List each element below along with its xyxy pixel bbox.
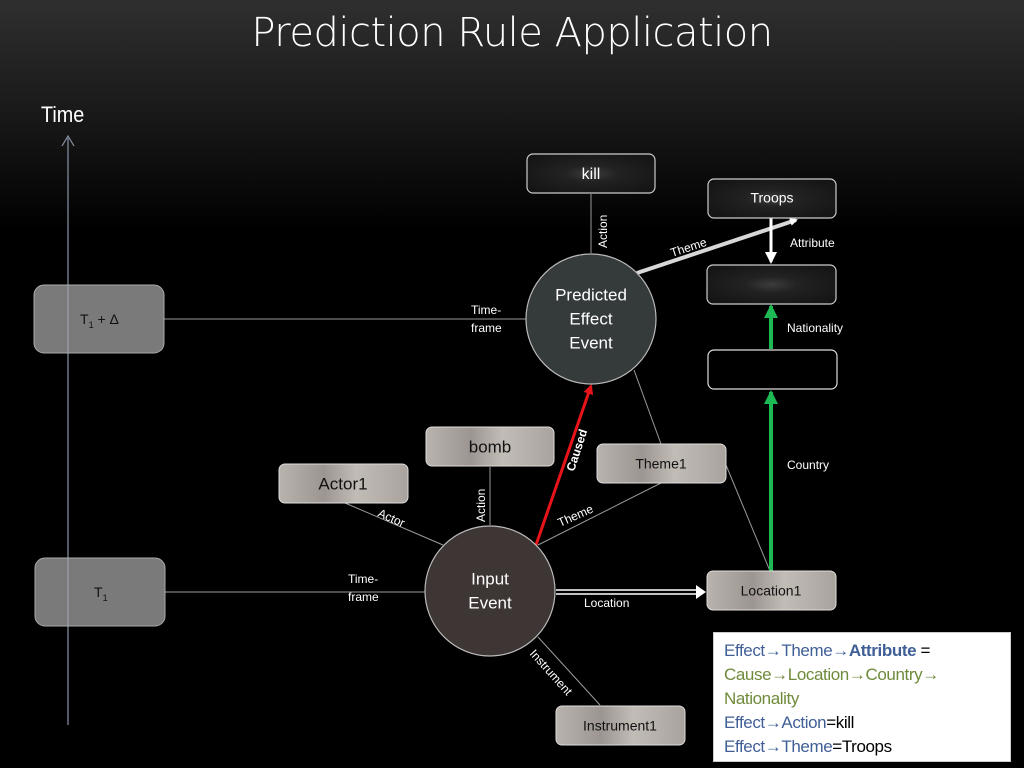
rule-line-3: Nationality xyxy=(724,689,799,708)
rule-line-1: Effect→Theme→Attribute = xyxy=(724,641,930,660)
edge-predicted-theme1 xyxy=(633,369,662,445)
node-kill-label: kill xyxy=(582,166,601,183)
label-action-top: Action xyxy=(596,215,610,248)
predicted-effect-event[interactable]: Predicted Effect Event xyxy=(525,253,657,385)
label-timeframe-bottom-1: Time- xyxy=(348,572,378,586)
node-location1-label: Location1 xyxy=(741,583,802,599)
node-kill[interactable]: kill xyxy=(526,153,656,194)
svg-text:Effect: Effect xyxy=(569,309,612,328)
arrow-icon: → xyxy=(922,665,939,684)
arrow-icon: → xyxy=(848,665,866,684)
label-timeframe-bottom-2: frame xyxy=(348,590,379,604)
label-timeframe-top-1: Time- xyxy=(471,303,501,317)
label-location: Location xyxy=(584,596,629,610)
edge-theme-bottom xyxy=(537,482,662,546)
node-location1[interactable]: Location1 xyxy=(706,570,837,611)
node-bomb[interactable]: bomb xyxy=(425,426,555,467)
time-box-t1-delta[interactable]: T1 + Δ xyxy=(33,284,165,354)
prediction-rule-box: Effect→Theme→Attribute = Cause→Location→… xyxy=(713,632,1011,762)
rule-line-4: Effect→Action=kill xyxy=(724,713,854,732)
arrow-icon: → xyxy=(832,641,849,660)
svg-text:Input: Input xyxy=(471,569,509,588)
node-actor1[interactable]: Actor1 xyxy=(278,463,409,504)
arrow-icon: → xyxy=(764,737,782,756)
label-nationality: Nationality xyxy=(787,321,843,335)
svg-text:Event: Event xyxy=(468,593,512,612)
edge-theme1-location1 xyxy=(725,464,771,572)
node-instrument1[interactable]: Instrument1 xyxy=(555,705,686,746)
input-event[interactable]: Input Event xyxy=(424,525,556,657)
arrow-icon: → xyxy=(764,641,782,660)
time-box-t1[interactable]: T1 xyxy=(34,557,166,627)
node-attribute-empty[interactable] xyxy=(706,264,837,305)
node-theme1-label: Theme1 xyxy=(635,456,687,472)
svg-text:Event: Event xyxy=(569,333,613,352)
node-theme1[interactable]: Theme1 xyxy=(596,443,727,484)
node-bomb-label: bomb xyxy=(469,437,512,456)
label-attribute: Attribute xyxy=(790,236,835,250)
label-timeframe-top-2: frame xyxy=(471,321,502,335)
rule-line-2: Cause→Location→Country→ xyxy=(724,665,939,684)
rule-line-5: Effect→Theme=Troops xyxy=(724,737,892,756)
node-country-empty[interactable] xyxy=(707,349,838,390)
label-country: Country xyxy=(787,458,829,472)
arrow-icon: → xyxy=(771,665,788,684)
node-actor1-label: Actor1 xyxy=(318,474,367,493)
node-troops-label: Troops xyxy=(750,190,793,206)
node-instrument1-label: Instrument1 xyxy=(583,718,657,734)
label-actor: Actor xyxy=(376,506,407,530)
location-arrow-icon xyxy=(696,585,706,599)
label-action-bottom: Action xyxy=(474,489,488,522)
node-troops[interactable]: Troops xyxy=(707,178,837,219)
label-instrument: Instrument xyxy=(527,647,576,699)
arrow-icon: → xyxy=(764,713,782,732)
svg-text:Predicted: Predicted xyxy=(555,285,627,304)
